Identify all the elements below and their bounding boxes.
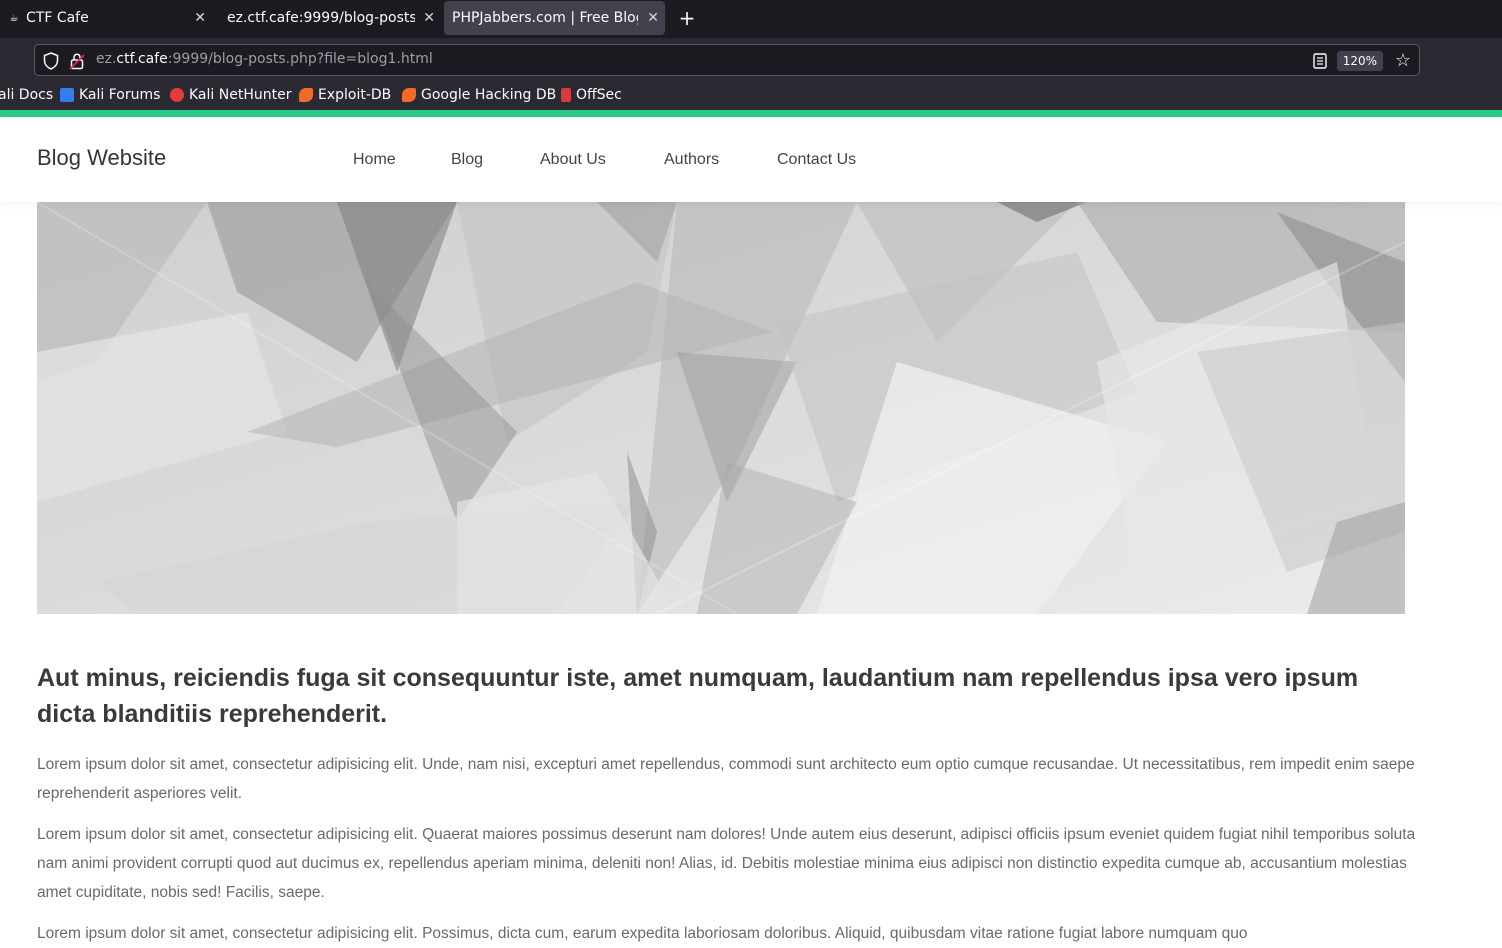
url-bar[interactable]: ez.ctf.cafe:9999/blog-posts.php?file=blo… xyxy=(34,44,1420,76)
nav-authors[interactable]: Authors xyxy=(664,151,719,169)
zoom-level-button[interactable]: 120% xyxy=(1336,51,1383,71)
article-paragraph-1: Lorem ipsum dolor sit amet, consectetur … xyxy=(37,756,1415,802)
bookmarks-toolbar: ali Docs Kali Forums Kali NetHunter Expl… xyxy=(0,82,1502,110)
site-brand[interactable]: Blog Website xyxy=(37,145,166,171)
offsec-icon xyxy=(561,88,571,102)
new-tab-icon[interactable]: + xyxy=(676,7,698,29)
bookmark-label: Kali Forums xyxy=(79,87,161,103)
nav-about-us[interactable]: About Us xyxy=(540,151,606,169)
tab-phpjabbers[interactable]: PHPJabbers.com | Free Blog W ✕ xyxy=(444,1,665,35)
bookmark-kali-forums[interactable]: Kali Forums xyxy=(60,87,160,103)
tab-ctf-cafe[interactable]: ☕ CTF Cafe ✕ xyxy=(0,0,212,36)
close-tab-icon[interactable]: ✕ xyxy=(647,10,659,26)
bookmark-kali-nethunter[interactable]: Kali NetHunter xyxy=(170,87,291,103)
url-prefix: ez. xyxy=(96,51,117,67)
nethunter-icon xyxy=(170,88,184,102)
site-header: Blog Website Home Blog About Us Authors … xyxy=(0,117,1502,202)
close-tab-icon[interactable]: ✕ xyxy=(423,10,435,26)
abstract-geometric-background xyxy=(37,202,1405,614)
url-host: ctf.cafe xyxy=(116,51,168,67)
tab-blog-posts[interactable]: ez.ctf.cafe:9999/blog-posts.p ✕ xyxy=(219,0,441,36)
bookmark-star-icon[interactable]: ☆ xyxy=(1395,50,1411,71)
bookmark-offsec[interactable]: OffSec xyxy=(561,87,622,103)
nav-toolbar: ez.ctf.cafe:9999/blog-posts.php?file=blo… xyxy=(0,38,1502,82)
ctf-cafe-favicon-icon: ☕ xyxy=(9,12,19,24)
tab-title: ez.ctf.cafe:9999/blog-posts.p xyxy=(227,10,415,26)
tracking-shield-icon[interactable] xyxy=(43,52,59,70)
page-accent-bar xyxy=(0,110,1502,117)
tab-strip: ☕ CTF Cafe ✕ ez.ctf.cafe:9999/blog-posts… xyxy=(0,0,1502,38)
nav-blog[interactable]: Blog xyxy=(451,151,483,169)
bookmark-label: Kali NetHunter xyxy=(189,87,292,103)
hero-image xyxy=(37,202,1405,614)
article-paragraph-2: Lorem ipsum dolor sit amet, consectetur … xyxy=(37,826,1416,901)
ghdb-icon xyxy=(402,88,416,102)
tab-title: CTF Cafe xyxy=(26,10,89,26)
nav-home[interactable]: Home xyxy=(353,151,396,169)
blog-article: Aut minus, reiciendis fuga sit consequun… xyxy=(37,660,1417,948)
insecure-lock-icon[interactable] xyxy=(69,52,85,70)
tab-title: PHPJabbers.com | Free Blog W xyxy=(452,10,638,26)
nav-contact-us[interactable]: Contact Us xyxy=(777,151,856,169)
bookmark-google-hacking-db[interactable]: Google Hacking DB xyxy=(402,87,556,103)
bookmark-label: Google Hacking DB xyxy=(421,87,557,103)
bookmark-kali-docs[interactable]: ali Docs xyxy=(0,87,53,103)
url-text[interactable]: ez.ctf.cafe:9999/blog-posts.php?file=blo… xyxy=(96,51,433,67)
close-tab-icon[interactable]: ✕ xyxy=(194,10,206,26)
article-headline: Aut minus, reiciendis fuga sit consequun… xyxy=(37,664,1359,728)
kali-forums-icon xyxy=(60,88,74,102)
exploit-db-icon xyxy=(299,88,313,102)
url-rest: :9999/blog-posts.php?file=blog1.html xyxy=(167,51,433,67)
bookmark-label: OffSec xyxy=(576,87,622,103)
bookmark-exploit-db[interactable]: Exploit-DB xyxy=(299,87,391,103)
reader-view-icon[interactable] xyxy=(1313,53,1327,69)
bookmark-label: ali Docs xyxy=(0,87,54,103)
bookmark-label: Exploit-DB xyxy=(318,87,392,103)
